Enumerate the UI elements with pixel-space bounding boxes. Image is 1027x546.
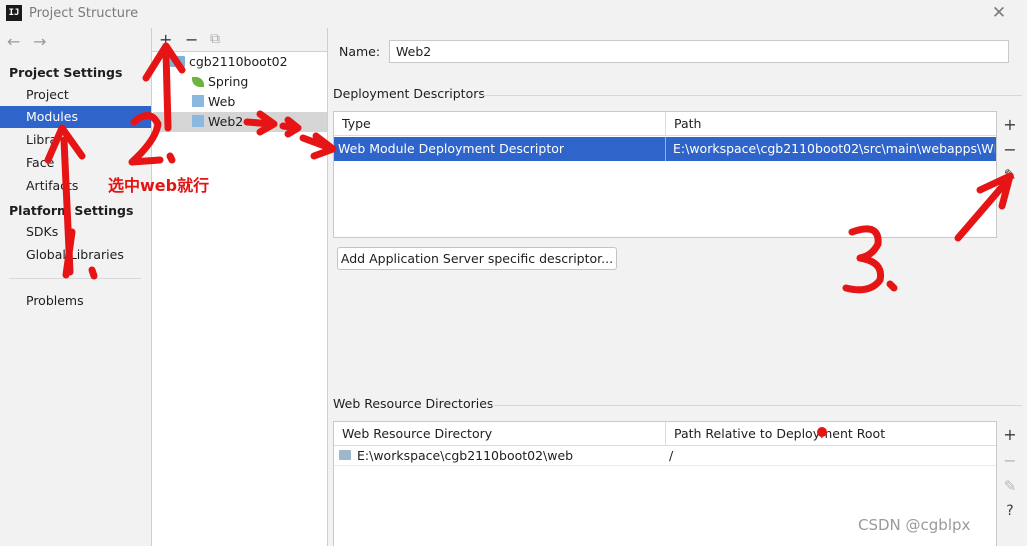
sidebar-item-global-libraries[interactable]: Global Libraries: [0, 244, 151, 266]
add-module-button[interactable]: +: [159, 30, 172, 49]
edit-descriptor-pencil-icon[interactable]: ✎: [1001, 166, 1019, 184]
remove-module-button[interactable]: −: [185, 30, 198, 49]
remove-resource-icon[interactable]: −: [1001, 451, 1019, 470]
web-module-icon: [192, 95, 204, 107]
web-resource-directories-title: Web Resource Directories: [333, 396, 494, 411]
module-tree-toolbar: [152, 28, 327, 52]
project-settings-header: Project Settings: [9, 65, 123, 80]
window-title: Project Structure: [29, 6, 139, 21]
module-folder-icon: [170, 56, 185, 67]
sidebar-item-libraries[interactable]: Libra: [0, 129, 151, 151]
help-icon[interactable]: ?: [1001, 503, 1019, 519]
folder-icon: [339, 450, 351, 460]
relative-path-cell: /: [669, 448, 674, 463]
sidebar-item-facets[interactable]: Face: [0, 152, 151, 174]
back-arrow-icon[interactable]: ←: [7, 32, 20, 51]
column-header-resource-directory[interactable]: Web Resource Directory: [334, 422, 666, 446]
resource-directory-cell: E:\workspace\cgb2110boot02\web: [357, 448, 574, 463]
tree-item-label: Spring: [208, 74, 249, 89]
tree-item-spring[interactable]: Spring: [192, 72, 327, 92]
descriptor-path-cell: E:\workspace\cgb2110boot02\src\main\weba…: [673, 141, 995, 156]
tree-item-web2[interactable]: Web2: [153, 112, 327, 132]
platform-settings-header: Platform Settings: [9, 203, 134, 218]
annotation-note: 选中web就行: [108, 176, 210, 195]
sidebar-item-modules[interactable]: Modules: [0, 106, 151, 128]
tree-item-label: Web: [208, 94, 236, 109]
forward-arrow-icon[interactable]: →: [33, 32, 46, 51]
tree-item-label: cgb2110boot02: [189, 54, 288, 69]
tree-item-web[interactable]: Web: [192, 92, 327, 112]
tree-item-label: Web2: [208, 114, 244, 129]
module-name-input[interactable]: Web2: [389, 40, 1009, 63]
edit-resource-pencil-icon[interactable]: ✎: [1001, 477, 1019, 495]
sidebar-divider: [9, 278, 141, 279]
cell-divider: [665, 137, 666, 161]
copy-module-button[interactable]: ⧉: [210, 31, 220, 47]
name-label: Name:: [339, 44, 381, 59]
tree-item-root[interactable]: cgb2110boot02: [170, 52, 327, 72]
web-module-icon: [192, 115, 204, 127]
descriptor-type-cell: Web Module Deployment Descriptor: [338, 141, 565, 156]
add-descriptor-icon[interactable]: +: [1001, 115, 1019, 134]
add-server-descriptor-button[interactable]: Add Application Server specific descript…: [337, 247, 617, 270]
remove-descriptor-icon[interactable]: −: [1001, 140, 1019, 159]
deployment-descriptors-title: Deployment Descriptors: [333, 86, 485, 101]
column-header-relative-path[interactable]: Path Relative to Deployment Root: [665, 422, 996, 446]
section-divider: [492, 405, 1022, 406]
sidebar-item-project[interactable]: Project: [0, 84, 151, 106]
intellij-logo-icon: IJ: [6, 5, 22, 21]
add-resource-icon[interactable]: +: [1001, 425, 1019, 444]
sidebar-item-sdks[interactable]: SDKs: [0, 221, 151, 243]
spring-leaf-icon: [192, 77, 204, 87]
sidebar-item-problems[interactable]: Problems: [0, 290, 151, 312]
column-header-type[interactable]: Type: [334, 112, 666, 136]
csdn-watermark: CSDN @cgblpx: [858, 516, 971, 534]
section-divider: [482, 95, 1022, 96]
close-icon[interactable]: ✕: [990, 4, 1008, 22]
column-header-path[interactable]: Path: [665, 112, 996, 136]
title-bar: [0, 0, 1027, 28]
